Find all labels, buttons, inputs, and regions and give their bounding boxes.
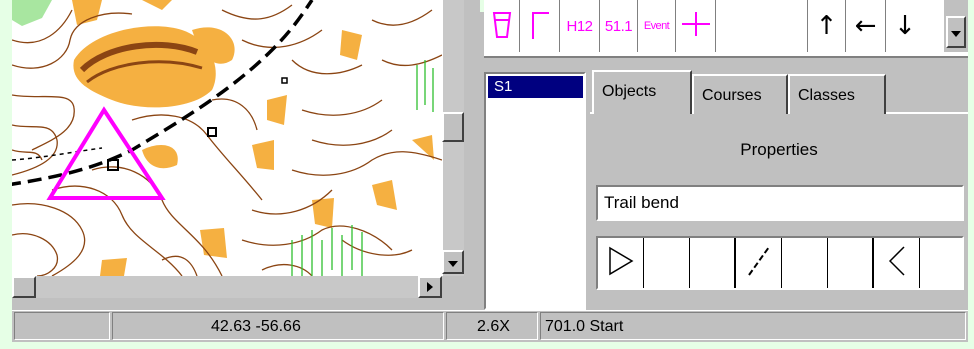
scroll-down-arrow-icon: [448, 254, 458, 271]
scroll-down-arrow-icon: [951, 24, 961, 41]
map-horizontal-scroll-thumb[interactable]: [12, 276, 36, 298]
arrow-down-icon: ↓: [894, 11, 916, 41]
tab-classes[interactable]: Classes: [788, 74, 886, 114]
tab-courses[interactable]: Courses: [692, 74, 788, 114]
description-cell[interactable]: [644, 238, 690, 288]
symbol-event-label: Event: [643, 20, 670, 32]
symbol-arrow-left[interactable]: ←: [846, 0, 886, 52]
water-tank-icon: [491, 7, 513, 45]
symbol-cross[interactable]: [676, 0, 716, 52]
status-coordinates: 42.63 -56.66: [112, 312, 444, 340]
course-list-item-s1[interactable]: S1: [488, 76, 583, 98]
tab-objects[interactable]: Objects: [592, 70, 692, 114]
symbol-corner-line[interactable]: [520, 0, 560, 52]
symbol-51-1-label: 51.1: [604, 17, 633, 35]
cross-icon: [681, 10, 710, 42]
toolbar-scroll-down-button[interactable]: [946, 16, 966, 48]
triangle-start-icon: [608, 246, 634, 280]
symbol-arrow-down[interactable]: ↓: [886, 0, 924, 52]
window-frame-left: [0, 0, 12, 349]
description-cell-feature[interactable]: [736, 238, 782, 288]
symbol-h12[interactable]: H12: [560, 0, 600, 52]
scroll-right-arrow-icon: [427, 279, 433, 296]
description-cell[interactable]: [690, 238, 736, 288]
scrollbar-corner: [442, 276, 464, 298]
window-frame-right: [968, 0, 974, 349]
symbol-51-1[interactable]: 51.1: [600, 0, 638, 52]
symbol-water-tank[interactable]: [484, 0, 520, 52]
symbol-toolbar: H12 51.1 Event ↑ ← ↓: [484, 0, 968, 58]
window-frame-bottom: [0, 342, 974, 349]
map-scroll-right-button[interactable]: [418, 276, 442, 298]
description-cell-location[interactable]: [874, 238, 920, 288]
status-info: 701.0 Start: [540, 312, 966, 340]
map-scroll-down-button[interactable]: [442, 250, 464, 274]
status-zoom: 2.6X: [446, 312, 538, 340]
description-cell[interactable]: [920, 238, 962, 288]
properties-label: Properties: [740, 140, 818, 159]
description-cell[interactable]: [828, 238, 874, 288]
symbol-h12-label: H12: [566, 17, 593, 35]
orienteering-map[interactable]: [12, 0, 442, 276]
panel-splitter[interactable]: [464, 0, 480, 310]
arrow-up-icon: ↑: [815, 11, 838, 41]
symbol-event[interactable]: Event: [638, 0, 676, 52]
description-field[interactable]: Trail bend: [596, 185, 964, 221]
symbol-arrow-up[interactable]: ↑: [808, 0, 846, 52]
corner-line-icon: [529, 7, 551, 45]
control-description-row: [596, 236, 964, 290]
course-list[interactable]: S1: [484, 72, 586, 310]
arrow-left-icon: ←: [854, 11, 877, 41]
symbol-blank[interactable]: [716, 0, 808, 52]
map-horizontal-scrollbar[interactable]: [12, 276, 442, 298]
map-vertical-scroll-thumb[interactable]: [442, 112, 464, 142]
status-pane-message: [14, 312, 110, 340]
description-cell[interactable]: [782, 238, 828, 288]
bend-left-icon: [886, 245, 908, 281]
map-view[interactable]: [12, 0, 442, 276]
trail-slash-icon: [745, 245, 773, 281]
description-cell-start[interactable]: [598, 238, 644, 288]
